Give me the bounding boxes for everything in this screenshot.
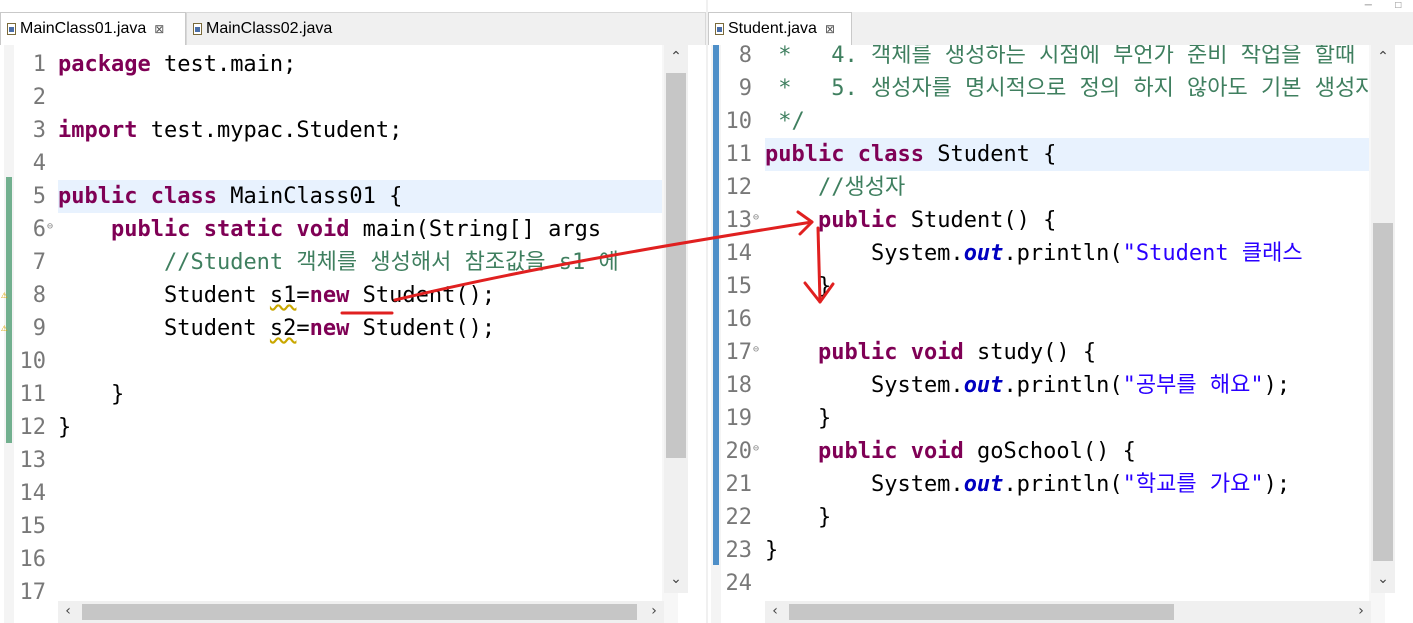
annotation-arrow-to-constructor — [393, 220, 814, 302]
annotation-arrow-down — [816, 226, 822, 304]
annotation-overlay — [340, 210, 835, 315]
